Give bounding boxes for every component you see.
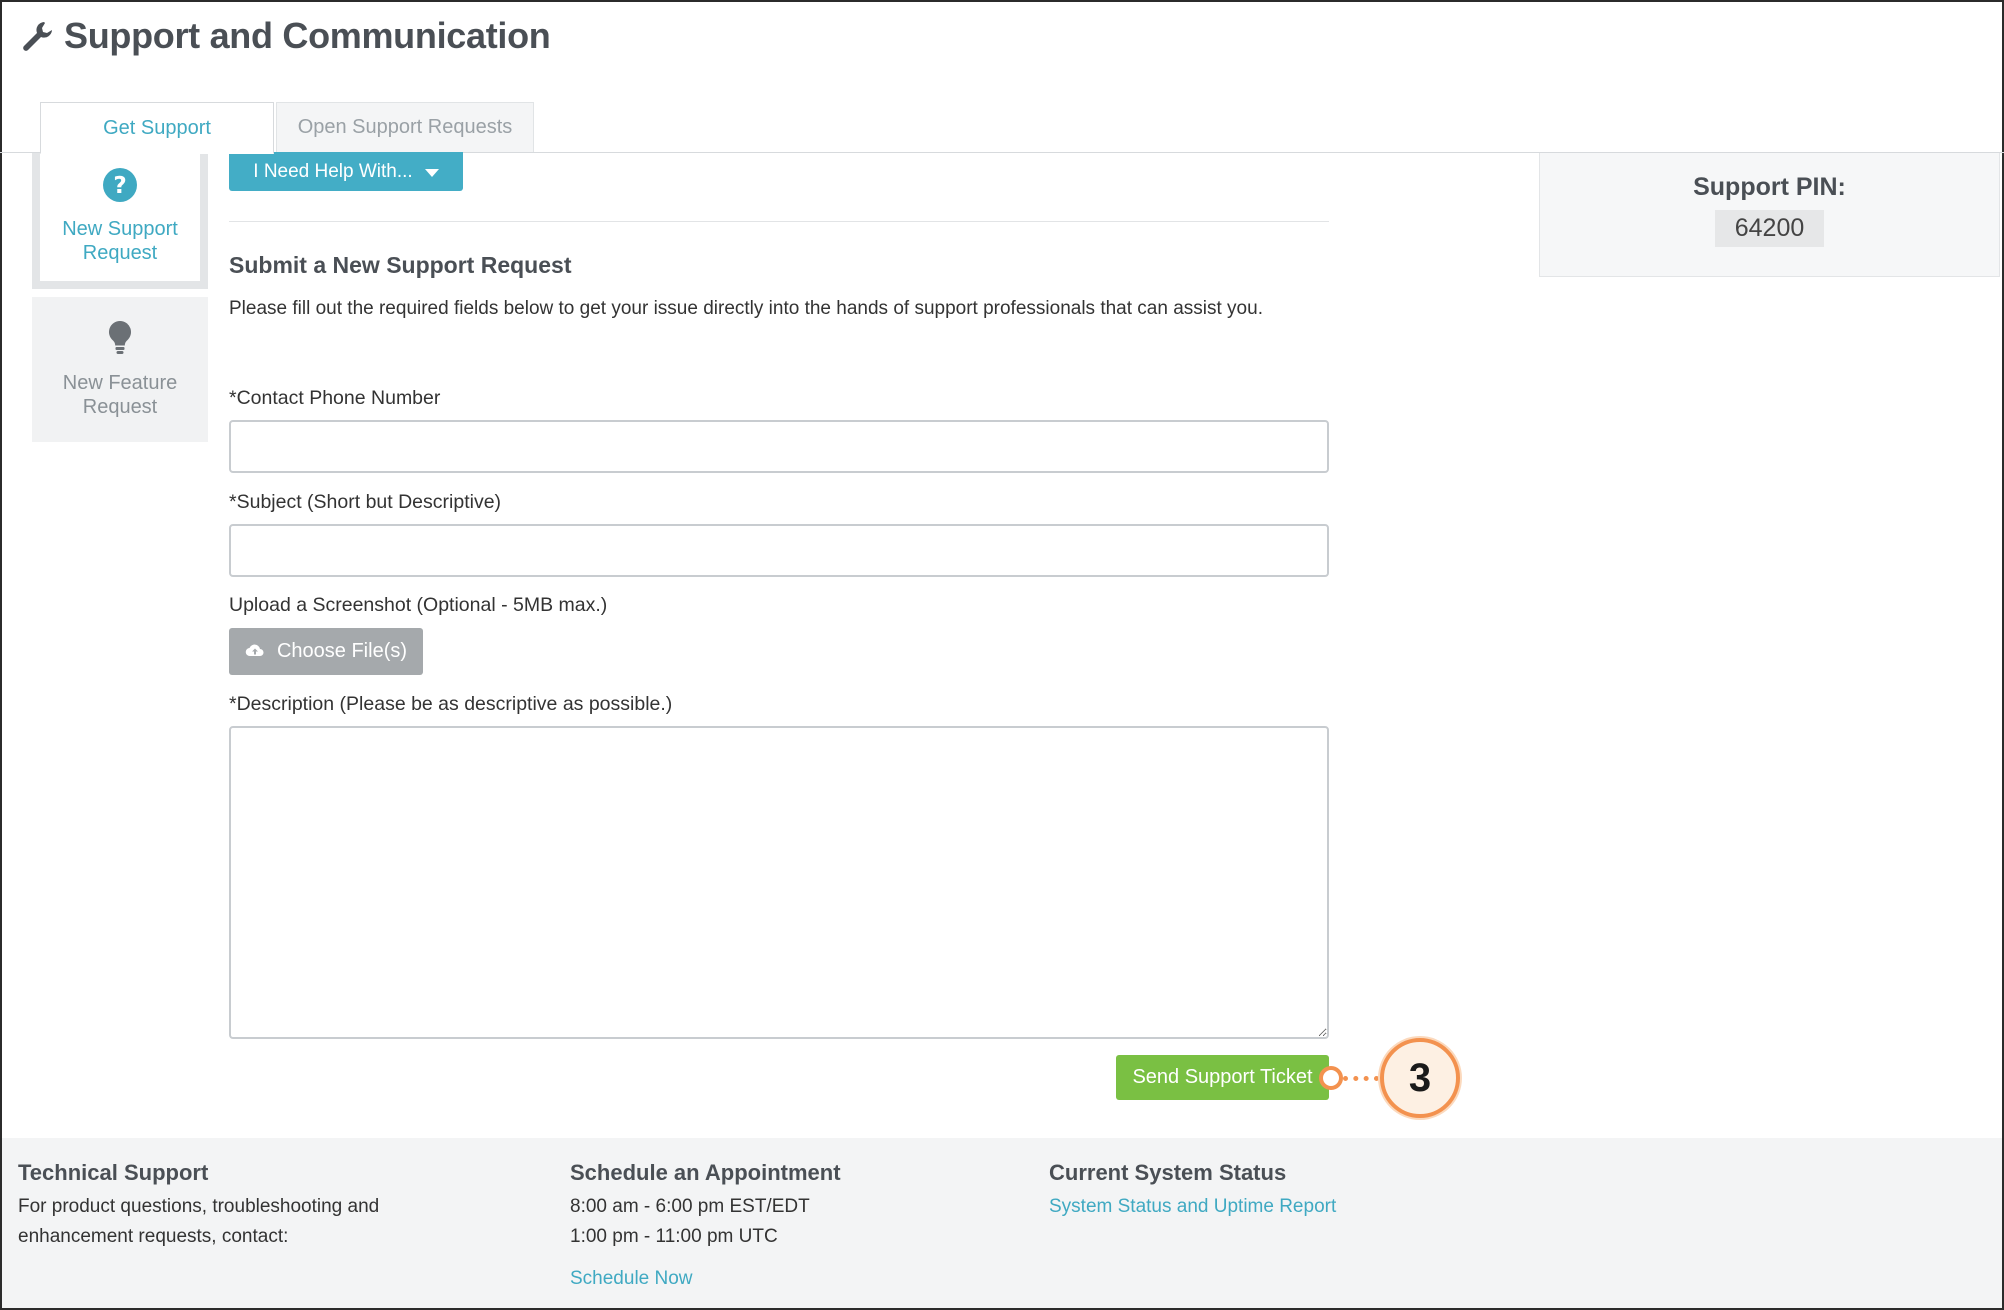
footer-hours: 8:00 am - 6:00 pm EST/EDT xyxy=(570,1196,810,1217)
cloud-upload-icon xyxy=(245,640,265,663)
sidebar-item-new-support-request[interactable]: ? New Support Request xyxy=(32,153,208,289)
footer-hours: 1:00 pm - 11:00 pm UTC xyxy=(570,1226,778,1247)
tab-open-support-requests[interactable]: Open Support Requests xyxy=(276,102,534,153)
sidebar-item-label: New Support xyxy=(62,218,178,240)
footer-system-status: Current System Status System Status and … xyxy=(1049,1160,1336,1222)
footer-appointment: Schedule an Appointment 8:00 am - 6:00 p… xyxy=(570,1160,841,1294)
footer: Technical Support For product questions,… xyxy=(2,1138,2002,1308)
footer-text: enhancement requests, contact: xyxy=(18,1226,289,1247)
help-dropdown-label: I Need Help With... xyxy=(253,160,413,182)
sidebar-item-label: New Feature xyxy=(62,372,178,394)
help-dropdown-button[interactable]: I Need Help With... xyxy=(229,152,463,191)
wrench-icon xyxy=(20,19,54,53)
footer-heading: Current System Status xyxy=(1049,1160,1287,1185)
send-support-ticket-button[interactable]: Send Support Ticket xyxy=(1116,1055,1329,1100)
page-title: Support and Communication xyxy=(64,15,551,56)
subject-input[interactable] xyxy=(229,524,1329,577)
lightbulb-icon xyxy=(106,319,134,363)
form-title: Submit a New Support Request xyxy=(229,252,572,278)
section-divider xyxy=(229,221,1329,222)
subject-label: *Subject (Short but Descriptive) xyxy=(229,491,502,513)
footer-heading: Technical Support xyxy=(18,1160,209,1185)
page-header: Support and Communication xyxy=(20,12,551,60)
svg-text:?: ? xyxy=(113,173,126,199)
form-description: Please fill out the required fields belo… xyxy=(229,298,1263,319)
footer-technical-support: Technical Support For product questions,… xyxy=(18,1160,379,1252)
footer-text: For product questions, troubleshooting a… xyxy=(18,1196,380,1217)
choose-files-button[interactable]: Choose File(s) xyxy=(229,628,423,675)
callout-connector xyxy=(1343,1076,1379,1081)
sidebar-item-label: Request xyxy=(82,396,158,418)
sidebar-item-new-feature-request[interactable]: New Feature Request xyxy=(32,297,208,442)
choose-files-label: Choose File(s) xyxy=(276,640,408,662)
support-pin-panel: Support PIN: 64200 xyxy=(1539,153,2000,277)
callout-badge: 3 xyxy=(1380,1038,1460,1118)
phone-label: *Contact Phone Number xyxy=(229,387,441,409)
sidebar-item-label: Request xyxy=(82,242,158,264)
caret-down-icon xyxy=(424,168,439,177)
upload-label: Upload a Screenshot (Optional - 5MB max.… xyxy=(229,594,608,616)
description-label: *Description (Please be as descriptive a… xyxy=(229,693,673,715)
system-status-link[interactable]: System Status and Uptime Report xyxy=(1049,1192,1336,1222)
description-textarea[interactable] xyxy=(229,726,1329,1039)
question-circle-icon: ? xyxy=(102,167,138,209)
callout-anchor-dot xyxy=(1319,1066,1343,1090)
support-pin-value: 64200 xyxy=(1714,210,1825,247)
schedule-now-link[interactable]: Schedule Now xyxy=(570,1264,841,1294)
footer-heading: Schedule an Appointment xyxy=(570,1160,841,1185)
tab-get-support[interactable]: Get Support xyxy=(40,102,274,154)
phone-input[interactable] xyxy=(229,420,1329,473)
support-pin-label: Support PIN: xyxy=(1693,173,1846,201)
